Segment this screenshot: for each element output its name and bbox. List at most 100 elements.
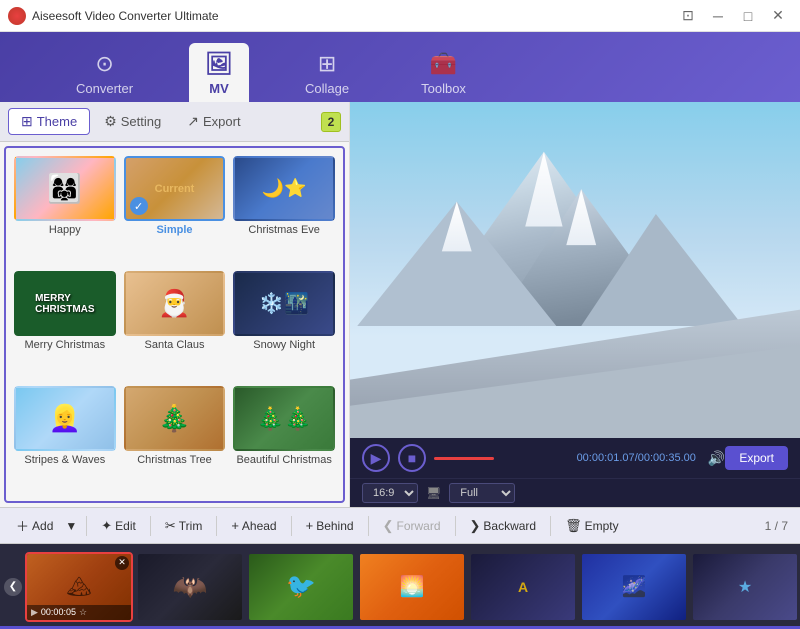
left-panel: ⊞ Theme ⚙ Setting ↗ Export 2 👩‍👩‍👧 <box>0 102 350 507</box>
theme-thumb-merry: MERRYCHRISTMAS <box>14 271 116 336</box>
theme-item-snowy[interactable]: ❄️🌃 Snowy Night <box>233 271 335 378</box>
theme-thumb-xmas-eve: 🌙⭐ <box>233 156 335 221</box>
mv-icon: 🖼 <box>205 51 233 77</box>
preview-bg <box>350 102 800 438</box>
volume-icon[interactable]: 🔊 <box>708 450 725 467</box>
theme-item-santa[interactable]: 🎅 Santa Claus <box>124 271 226 378</box>
nav-bar: ⊙ Converter 🖼 MV ⊞ Collage 🧰 Toolbox <box>0 32 800 102</box>
bird-icon: 🐦 <box>286 572 316 601</box>
film-close-1[interactable]: ✕ <box>115 556 129 570</box>
film-thumb-4: 🌅 <box>360 554 464 620</box>
beautiful-overlay: 🎄🎄 <box>235 388 333 449</box>
add-icon: ＋ <box>16 516 29 535</box>
ratio-select[interactable]: 16:9 4:3 1:1 <box>362 483 418 503</box>
backward-button[interactable]: ❯ Backward <box>462 514 545 538</box>
empty-button[interactable]: 🗑 Empty <box>557 514 627 538</box>
sub-tab-theme-label: Theme <box>37 114 77 129</box>
theme-thumb-santa: 🎅 <box>124 271 226 336</box>
tab-collage-label: Collage <box>305 81 349 96</box>
strip-prev[interactable]: ❮ <box>4 578 22 596</box>
theme-thumb-xmas-tree: 🎄 <box>124 386 226 451</box>
edit-button[interactable]: ✦ Edit <box>93 514 144 538</box>
export-arrow-icon: ↗ <box>187 113 199 130</box>
theme-thumb-simple: Current ✓ <box>124 156 226 221</box>
theme-label-snowy: Snowy Night <box>253 339 315 351</box>
sep1 <box>86 516 87 536</box>
minimize-btn[interactable]: ─ <box>704 5 732 27</box>
santa-overlay: 🎅 <box>126 273 224 334</box>
forward-button[interactable]: ❮ Forward <box>375 514 449 538</box>
sub-tab-theme[interactable]: ⊞ Theme <box>8 108 90 135</box>
tab-mv[interactable]: 🖼 MV <box>189 43 249 102</box>
forward-icon: ❮ <box>383 518 394 534</box>
film-item-1[interactable]: 🏔 ▶ 00:00:05 ☆ ✕ <box>25 552 133 622</box>
close-btn[interactable]: ✕ <box>764 5 792 27</box>
theme-item-xmas-tree[interactable]: 🎄 Christmas Tree <box>124 386 226 493</box>
film-item-4[interactable]: 🌅 <box>358 552 466 622</box>
playback-left: ▶ ■ <box>362 444 494 472</box>
theme-item-merry[interactable]: MERRYCHRISTMAS Merry Christmas <box>14 271 116 378</box>
film-thumb-7: ★ <box>693 554 797 620</box>
toolbar: ＋ Add ▼ ✦ Edit ✂ Trim + Ahead + Behind ❮… <box>0 507 800 544</box>
trim-button[interactable]: ✂ Trim <box>157 514 210 538</box>
ahead-button[interactable]: + Ahead <box>223 514 284 537</box>
sep6 <box>455 516 456 536</box>
sep2 <box>150 516 151 536</box>
app-logo <box>8 7 26 25</box>
add-button[interactable]: ＋ Add <box>8 512 61 539</box>
ratio-icon: 🖥 <box>426 486 441 500</box>
add-dropdown-arrow[interactable]: ▼ <box>62 515 80 537</box>
setting-gear-icon: ⚙ <box>104 113 117 130</box>
theme-thumb-beautiful: 🎄🎄 <box>233 386 335 451</box>
theme-label-santa: Santa Claus <box>145 339 205 351</box>
window-controls: ⊡ ─ □ ✕ <box>674 5 792 27</box>
behind-icon: + <box>306 518 314 533</box>
export-button[interactable]: Export <box>725 446 788 470</box>
play-button[interactable]: ▶ <box>362 444 390 472</box>
edit-star-icon: ✦ <box>101 518 112 534</box>
tab-converter[interactable]: ⊙ Converter <box>60 43 149 102</box>
view-select[interactable]: Full Fit <box>449 483 515 503</box>
behind-button[interactable]: + Behind <box>298 514 362 537</box>
theme-thumb-stripes: 👱‍♀️ <box>14 386 116 451</box>
theme-thumb-snowy: ❄️🌃 <box>233 271 335 336</box>
time-display: 00:00:01.07/00:00:35.00 <box>577 452 696 464</box>
backward-icon: ❯ <box>470 518 481 534</box>
filmstrip: ❮ 🏔 ▶ 00:00:05 ☆ ✕ 🦇 🐦 🌅 A <box>0 544 800 629</box>
right-panel: ▶ ■ 00:00:01.07/00:00:35.00 🔊 Export 16:… <box>350 102 800 507</box>
sub-tab-setting-label: Setting <box>121 114 161 129</box>
maximize-btn[interactable]: □ <box>734 5 762 27</box>
add-dropdown[interactable]: ＋ Add ▼ <box>8 512 80 539</box>
trim-scissors-icon: ✂ <box>165 518 176 534</box>
theme-item-xmas-eve[interactable]: 🌙⭐ Christmas Eve <box>233 156 335 263</box>
sep3 <box>216 516 217 536</box>
film-item-2[interactable]: 🦇 <box>136 552 244 622</box>
sub-tabs: ⊞ Theme ⚙ Setting ↗ Export 2 <box>0 102 349 142</box>
film-thumb-2: 🦇 <box>138 554 242 620</box>
theme-label-beautiful: Beautiful Christmas <box>236 454 331 466</box>
tab-collage[interactable]: ⊞ Collage <box>289 43 365 102</box>
film-thumb-6: 🌌 <box>582 554 686 620</box>
stripes-overlay: 👱‍♀️ <box>16 388 114 449</box>
main-content: ⊞ Theme ⚙ Setting ↗ Export 2 👩‍👩‍👧 <box>0 102 800 507</box>
theme-item-simple[interactable]: Current ✓ Simple <box>124 156 226 263</box>
stop-button[interactable]: ■ <box>398 444 426 472</box>
tab-toolbox[interactable]: 🧰 Toolbox <box>405 43 482 102</box>
theme-item-happy[interactable]: 👩‍👩‍👧 Happy <box>14 156 116 263</box>
selected-checkmark: ✓ <box>130 197 148 215</box>
film-item-3[interactable]: 🐦 <box>247 552 355 622</box>
title-bar-left: Aiseesoft Video Converter Ultimate <box>8 7 219 25</box>
preview-area <box>350 102 800 438</box>
film-time-1: 00:00:05 <box>41 607 76 617</box>
film-item-5[interactable]: A <box>469 552 577 622</box>
sub-tab-setting[interactable]: ⚙ Setting <box>92 109 173 134</box>
film-item-6[interactable]: 🌌 <box>580 552 688 622</box>
sub-tab-export[interactable]: ↗ Export <box>175 109 252 134</box>
converter-icon: ⊙ <box>95 51 113 77</box>
theme-item-beautiful[interactable]: 🎄🎄 Beautiful Christmas <box>233 386 335 493</box>
restore-btn[interactable]: ⊡ <box>674 5 702 27</box>
film-item-7[interactable]: ★ <box>691 552 799 622</box>
theme-label-xmas-eve: Christmas Eve <box>248 224 320 236</box>
progress-bar[interactable] <box>434 457 494 460</box>
theme-item-stripes[interactable]: 👱‍♀️ Stripes & Waves <box>14 386 116 493</box>
